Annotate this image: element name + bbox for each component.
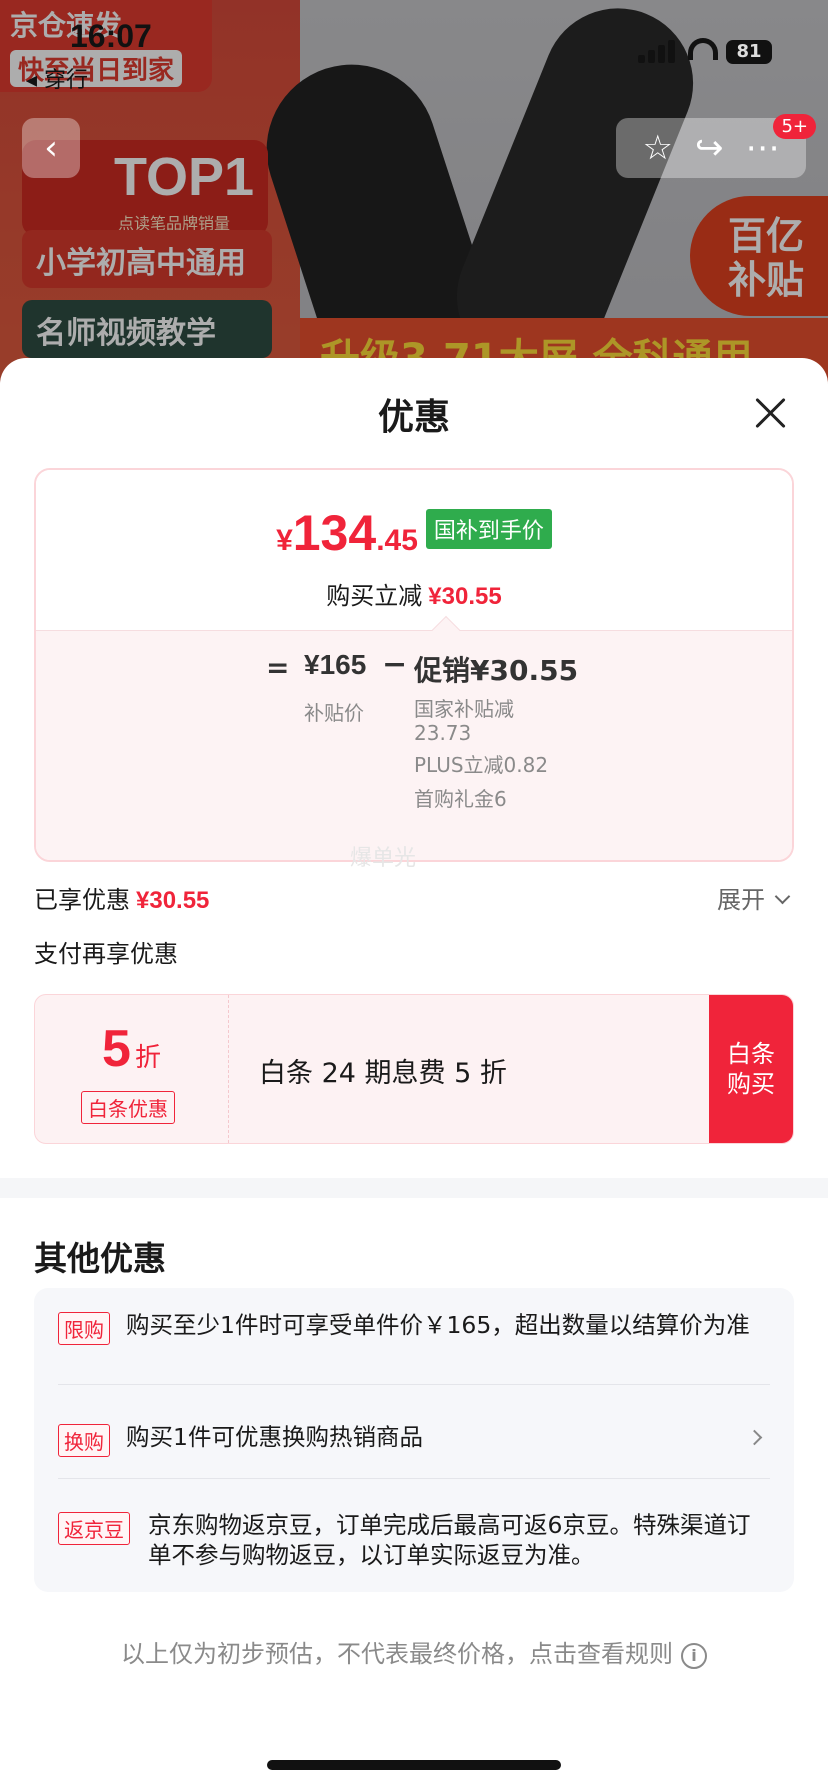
- offer-description: 白条 24 期息费 5 折: [259, 1058, 507, 1089]
- other-offers-list: 限购 购买至少1件时可享受单件价￥165，超出数量以结算价为准 换购 购买1件可…: [34, 1288, 794, 1592]
- offer-tag: 白条优惠: [81, 1091, 175, 1124]
- back-to-app-link[interactable]: ◂ 穿行: [26, 62, 88, 94]
- minus-sign: −: [382, 647, 408, 682]
- chevron-down-icon: [774, 888, 791, 905]
- section-divider: [0, 1178, 828, 1198]
- offer-discount-panel: 5折 白条优惠: [35, 995, 229, 1143]
- price-integer: 134: [292, 505, 377, 561]
- promotion-item: PLUS立减0.82: [414, 753, 549, 777]
- buy-button-line1: 白条: [727, 1040, 775, 1068]
- buy-button-line2: 购买: [727, 1070, 775, 1098]
- price-breakdown: = ¥165 补贴价 − 促销¥30.55 国家补贴减 23.73 PLUS立减…: [36, 630, 792, 860]
- discount-number: 5: [102, 1020, 131, 1078]
- list-item: 限购 购买至少1件时可享受单件价￥165，超出数量以结算价为准: [58, 1310, 770, 1345]
- list-item: 返京豆 京东购物返京豆，订单完成后最高可返6京豆。特殊渠道订单不参与购物返豆，以…: [58, 1510, 770, 1570]
- status-bar: 16:07 ◂ 穿行 81: [0, 0, 828, 93]
- offer-text: 购买至少1件时可享受单件价￥165，超出数量以结算价为准: [126, 1311, 750, 1339]
- list-item-exchange[interactable]: 换购 购买1件可优惠换购热销商品: [58, 1422, 770, 1457]
- pay-section-title: 支付再享优惠: [34, 940, 178, 968]
- sheet-title: 优惠: [377, 397, 450, 438]
- saving-line: 购买立减 ¥30.55: [36, 576, 792, 611]
- footer-note-text: 以上仅为初步预估，不代表最终价格，点击查看规则: [121, 1640, 673, 1668]
- offer-discount: 5折: [35, 1019, 228, 1079]
- close-icon[interactable]: [754, 396, 788, 430]
- back-button[interactable]: ‹: [22, 118, 80, 178]
- final-price: ¥134.45 国补到手价: [36, 504, 792, 562]
- home-indicator[interactable]: [267, 1760, 561, 1770]
- offer-label: 限购: [58, 1312, 110, 1345]
- star-icon[interactable]: ☆: [643, 128, 673, 168]
- promotion-item: 23.73: [414, 721, 472, 745]
- share-icon[interactable]: ↪: [695, 128, 724, 168]
- promotion-item: 首购礼金6: [414, 787, 507, 811]
- divider: [58, 1384, 770, 1385]
- price-tag: 国补到手价: [425, 509, 552, 549]
- divider: [58, 1478, 770, 1479]
- status-time: 16:07: [70, 18, 152, 54]
- saving-label: 购买立减: [326, 582, 423, 610]
- battery-icon: 81: [726, 40, 772, 64]
- price-summary: ¥134.45 国补到手价 购买立减 ¥30.55: [36, 470, 792, 630]
- wifi-icon: [688, 38, 718, 60]
- offer-text: 京东购物返京豆，订单完成后最高可返6京豆。特殊渠道订单不参与购物返豆，以订单实际…: [148, 1511, 751, 1569]
- promotion-total: 促销¥30.55: [414, 654, 579, 687]
- signal-icon: [638, 40, 678, 63]
- subsidy-price-label: 补贴价: [304, 701, 364, 725]
- expand-label: 展开: [717, 886, 765, 914]
- price-decimal: .45: [376, 524, 418, 557]
- discount-unit: 折: [134, 1043, 161, 1073]
- chevron-left-icon: ‹: [44, 128, 58, 168]
- price-card: ¥134.45 国补到手价 购买立减 ¥30.55 = ¥165 补贴价 − 促销¥…: [34, 468, 794, 862]
- enjoyed-discount: 已享优惠 ¥30.55: [34, 880, 209, 915]
- baitiao-offer-card[interactable]: 5折 白条优惠 白条 24 期息费 5 折 白条 购买: [34, 994, 794, 1144]
- offer-text: 购买1件可优惠换购热销商品: [126, 1423, 423, 1451]
- rules-link[interactable]: 以上仅为初步预估，不代表最终价格，点击查看规则 i: [0, 1634, 828, 1669]
- other-offers-title: 其他优惠: [34, 1239, 166, 1278]
- price-currency: ¥: [276, 524, 293, 557]
- enjoyed-label: 已享优惠: [34, 886, 130, 914]
- info-icon: i: [681, 1643, 707, 1669]
- subsidy-price-value: ¥165: [304, 649, 367, 680]
- equals-sign: =: [266, 651, 290, 684]
- more-icon[interactable]: ⋯: [745, 128, 779, 168]
- expand-button[interactable]: 展开: [717, 880, 791, 915]
- watermark: 爆单光: [350, 846, 417, 871]
- offer-label: 换购: [58, 1424, 110, 1457]
- cart-badge: 5+: [773, 114, 816, 139]
- baitiao-buy-button[interactable]: 白条 购买: [709, 995, 793, 1143]
- saving-amount: ¥30.55: [428, 583, 502, 610]
- discount-sheet: 优惠 ¥134.45 国补到手价 购买立减 ¥30.55 = ¥165 补贴价 − …: [0, 358, 828, 1792]
- offer-label: 返京豆: [58, 1512, 130, 1545]
- promotion-item: 国家补贴减: [414, 697, 514, 721]
- enjoyed-amount: ¥30.55: [136, 887, 210, 914]
